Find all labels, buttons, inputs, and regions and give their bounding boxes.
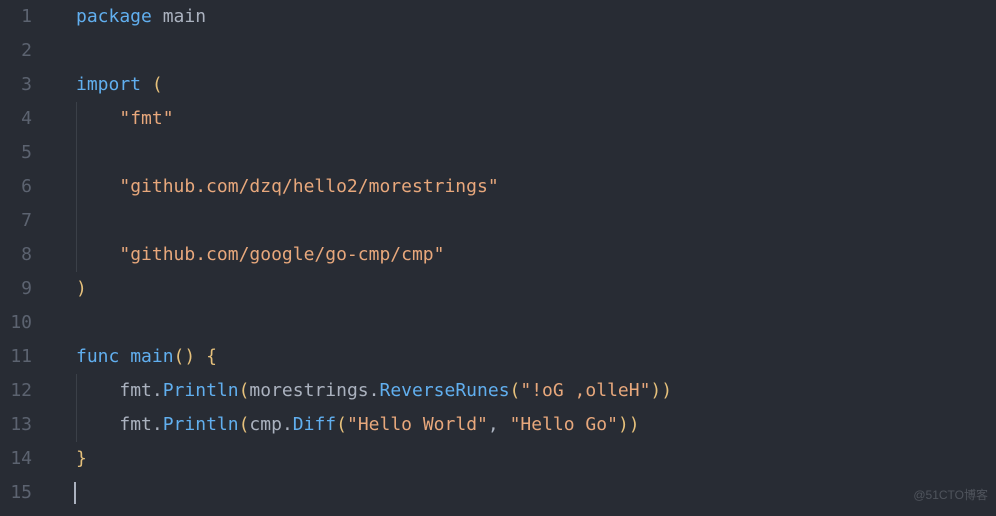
string-literal: "fmt" <box>119 108 173 129</box>
code-line[interactable]: func main() { <box>76 340 996 374</box>
line-number: 10 <box>0 306 32 340</box>
code-line[interactable]: "github.com/google/go-cmp/cmp" <box>76 238 996 272</box>
code-line[interactable]: fmt.Println(morestrings.ReverseRunes("!o… <box>76 374 996 408</box>
keyword-func: func <box>76 346 119 367</box>
string-literal: "Hello Go" <box>510 414 618 435</box>
code-line[interactable]: "fmt" <box>76 102 996 136</box>
code-line[interactable] <box>76 306 996 340</box>
dot: . <box>152 414 163 435</box>
dot: . <box>152 380 163 401</box>
keyword-package: package <box>76 6 152 27</box>
line-number: 8 <box>0 238 32 272</box>
indent-guide <box>76 102 77 136</box>
comma: , <box>488 414 510 435</box>
line-number: 14 <box>0 442 32 476</box>
paren: )) <box>650 380 672 401</box>
brace: } <box>76 448 87 469</box>
indent-guide <box>76 170 77 204</box>
brace: { <box>195 346 217 367</box>
code-line[interactable] <box>76 476 996 510</box>
code-line[interactable] <box>76 136 996 170</box>
method-name: Println <box>163 380 239 401</box>
code-line[interactable] <box>76 34 996 68</box>
indent-guide <box>76 204 77 238</box>
code-line[interactable]: import ( <box>76 68 996 102</box>
indent-guide <box>76 238 77 272</box>
line-gutter: 1 2 3 4 5 6 7 8 9 10 11 12 13 14 15 <box>0 0 50 516</box>
identifier: cmp <box>249 414 282 435</box>
line-number: 13 <box>0 408 32 442</box>
method-name: Println <box>163 414 239 435</box>
code-line[interactable]: "github.com/dzq/hello2/morestrings" <box>76 170 996 204</box>
identifier: fmt <box>119 414 152 435</box>
line-number: 11 <box>0 340 32 374</box>
line-number: 6 <box>0 170 32 204</box>
string-literal: "!oG ,olleH" <box>520 380 650 401</box>
paren: ( <box>510 380 521 401</box>
identifier: main <box>152 6 206 27</box>
line-number: 1 <box>0 0 32 34</box>
dot: . <box>282 414 293 435</box>
line-number: 4 <box>0 102 32 136</box>
identifier: fmt <box>119 380 152 401</box>
line-number: 12 <box>0 374 32 408</box>
line-number: 15 <box>0 476 32 510</box>
code-line[interactable]: fmt.Println(cmp.Diff("Hello World", "Hel… <box>76 408 996 442</box>
code-editor[interactable]: 1 2 3 4 5 6 7 8 9 10 11 12 13 14 15 pack… <box>0 0 996 516</box>
paren: () <box>174 346 196 367</box>
code-area[interactable]: package main import ( "fmt" "github.com/… <box>50 0 996 516</box>
line-number: 3 <box>0 68 32 102</box>
keyword-import: import <box>76 74 141 95</box>
code-line[interactable]: ) <box>76 272 996 306</box>
paren: ( <box>141 74 163 95</box>
paren: ( <box>239 380 250 401</box>
paren: ) <box>76 278 87 299</box>
indent-guide <box>76 136 77 170</box>
line-number: 2 <box>0 34 32 68</box>
code-line[interactable]: } <box>76 442 996 476</box>
line-number: 7 <box>0 204 32 238</box>
identifier: morestrings <box>249 380 368 401</box>
paren: )) <box>618 414 640 435</box>
string-literal: "github.com/dzq/hello2/morestrings" <box>119 176 498 197</box>
paren: ( <box>239 414 250 435</box>
method-name: Diff <box>293 414 336 435</box>
paren: ( <box>336 414 347 435</box>
line-number: 5 <box>0 136 32 170</box>
method-name: ReverseRunes <box>379 380 509 401</box>
watermark: @51CTO博客 <box>913 478 988 512</box>
dot: . <box>369 380 380 401</box>
indent-guide <box>76 374 77 408</box>
function-name: main <box>119 346 173 367</box>
string-literal: "github.com/google/go-cmp/cmp" <box>119 244 444 265</box>
text-cursor-icon <box>74 482 76 504</box>
code-line[interactable]: package main <box>76 0 996 34</box>
string-literal: "Hello World" <box>347 414 488 435</box>
indent-guide <box>76 408 77 442</box>
code-line[interactable] <box>76 204 996 238</box>
line-number: 9 <box>0 272 32 306</box>
